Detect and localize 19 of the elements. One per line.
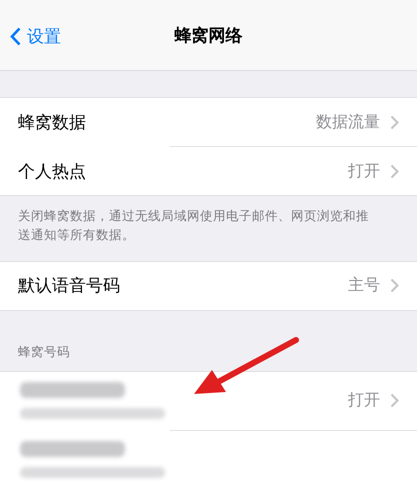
row-value: 打开 bbox=[348, 160, 380, 182]
settings-row[interactable]: 默认语音号码 主号 bbox=[0, 262, 417, 310]
back-chevron-icon bbox=[10, 27, 21, 46]
chevron-icon bbox=[390, 393, 399, 408]
row-label: 个人热点 bbox=[18, 160, 87, 182]
section-header: 蜂窝号码 bbox=[18, 344, 70, 359]
row-value: 数据流量 bbox=[316, 112, 380, 132]
chevron-icon bbox=[390, 278, 399, 294]
settings-row[interactable]: 个人热点 打开 bbox=[0, 147, 417, 195]
row-label: 默认语音号码 bbox=[18, 275, 121, 298]
section-footer: 关闭蜂窝数据，通过无线局域网使用电子邮件、网页浏览和推送通知等所有数据。 bbox=[0, 196, 417, 261]
chevron-icon bbox=[390, 164, 399, 178]
row-label: 蜂窝数据 bbox=[18, 112, 87, 134]
row-value: 打开 bbox=[348, 390, 380, 412]
settings-row[interactable]: 蜂窝数据 数据流量 bbox=[0, 98, 417, 146]
nav-title: 蜂窝网络 bbox=[174, 24, 242, 46]
back-button[interactable]: 设置 bbox=[0, 24, 67, 49]
row-value: 主号 bbox=[348, 275, 380, 296]
chevron-icon bbox=[390, 114, 399, 130]
